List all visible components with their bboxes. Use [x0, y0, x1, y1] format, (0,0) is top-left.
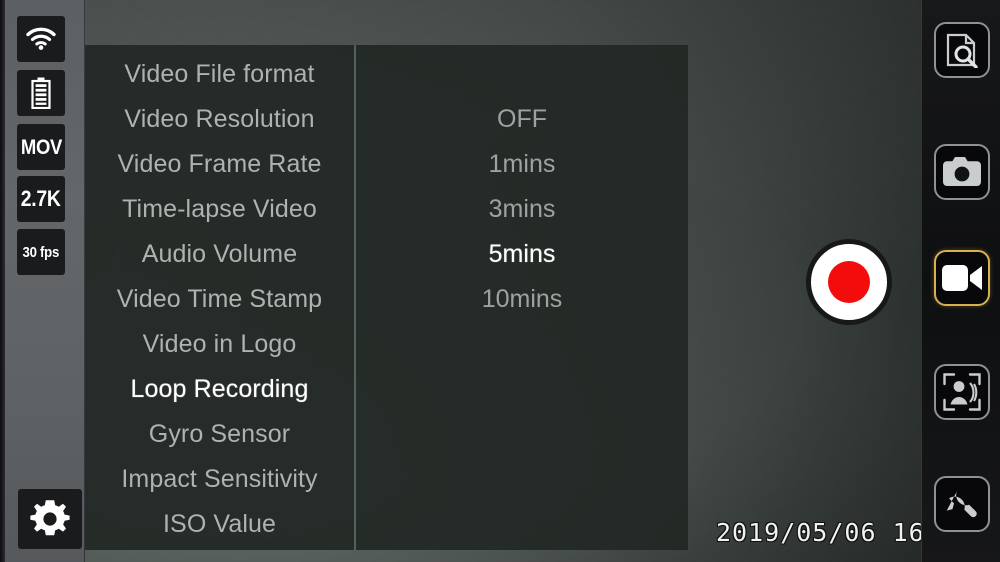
mode-button-video[interactable] — [934, 250, 990, 306]
settings-menu-item[interactable]: ISO Value — [85, 502, 354, 547]
camera-icon — [943, 157, 981, 186]
mode-button-playback[interactable] — [934, 22, 990, 78]
file-format-label: MOV — [20, 135, 62, 159]
settings-panel: Video File format Video Resolution Video… — [85, 45, 688, 550]
settings-menu-item[interactable]: Video Time Stamp — [85, 277, 354, 322]
mode-button-photo[interactable] — [934, 144, 990, 200]
settings-value-option[interactable]: 1mins — [356, 142, 688, 187]
file-search-icon — [946, 33, 978, 68]
settings-value-option[interactable]: 10mins — [356, 277, 688, 322]
settings-menu-item[interactable]: Video Frame Rate — [85, 142, 354, 187]
video-camera-icon — [942, 265, 982, 291]
settings-menu-item[interactable]: Time-lapse Video — [85, 187, 354, 232]
status-chip-wifi — [17, 16, 65, 62]
settings-menu-item[interactable]: Video File format — [85, 52, 354, 97]
status-chip-file-format: MOV — [17, 124, 65, 170]
settings-menu-item[interactable]: Impact Sensitivity — [85, 457, 354, 502]
settings-menu-item[interactable]: Audio Volume — [85, 232, 354, 277]
status-chip-battery — [17, 70, 65, 116]
settings-menu-item-selected[interactable]: Loop Recording — [85, 367, 354, 412]
mode-button-motion-detect[interactable] — [934, 364, 990, 420]
status-chip-framerate: 30 fps — [17, 229, 65, 275]
framerate-label: 30 fps — [22, 243, 60, 261]
mode-rail — [921, 0, 1000, 562]
settings-menu-item[interactable]: Video Resolution — [85, 97, 354, 142]
mode-button-setup[interactable] — [934, 476, 990, 532]
settings-value-option[interactable]: OFF — [356, 97, 688, 142]
battery-icon — [31, 77, 51, 109]
status-chip-resolution: 2.7K — [17, 176, 65, 222]
settings-value-option[interactable]: 3mins — [356, 187, 688, 232]
camera-screen: 2019/05/06 16:09:22 MOV 2.7K 30 fps Vide… — [0, 0, 1000, 562]
settings-menu-item[interactable]: Video in Logo — [85, 322, 354, 367]
gear-icon — [30, 500, 70, 536]
record-dot-icon — [828, 261, 870, 303]
settings-value-list: OFF 1mins 3mins 5mins 10mins — [356, 45, 688, 550]
resolution-label: 2.7K — [21, 186, 61, 211]
record-button[interactable] — [806, 239, 892, 325]
wifi-icon — [26, 27, 56, 50]
settings-value-option-selected[interactable]: 5mins — [356, 232, 688, 277]
settings-menu-item[interactable]: Gyro Sensor — [85, 412, 354, 457]
settings-button[interactable] — [18, 489, 82, 549]
status-rail: MOV 2.7K 30 fps — [0, 0, 85, 562]
wrench-icon — [946, 489, 977, 518]
settings-menu-list: Video File format Video Resolution Video… — [85, 45, 356, 550]
person-detect-icon — [943, 373, 981, 411]
